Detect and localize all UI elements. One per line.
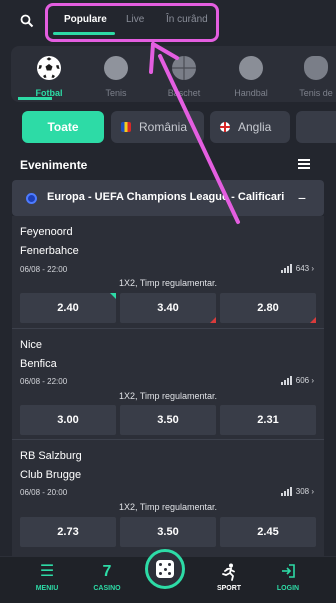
nav-menu[interactable]: ☰ MENIU: [22, 563, 72, 592]
nav-casino[interactable]: 7 CASINO: [82, 563, 132, 592]
nav-label: CASINO: [93, 585, 121, 592]
nav-label: MENIU: [35, 585, 59, 592]
annotation-arrow: [149, 42, 240, 224]
center-action-button[interactable]: [145, 549, 185, 589]
nav-login[interactable]: LOGIN: [263, 563, 313, 592]
running-person-icon: [204, 563, 254, 581]
dice-icon: [156, 560, 174, 578]
menu-icon: ☰: [39, 563, 55, 580]
nav-label: LOGIN: [276, 585, 300, 592]
casino-seven-icon: 7: [102, 563, 112, 580]
login-icon: [263, 563, 313, 581]
nav-sport[interactable]: SPORT: [204, 563, 254, 592]
nav-label: SPORT: [216, 585, 242, 592]
